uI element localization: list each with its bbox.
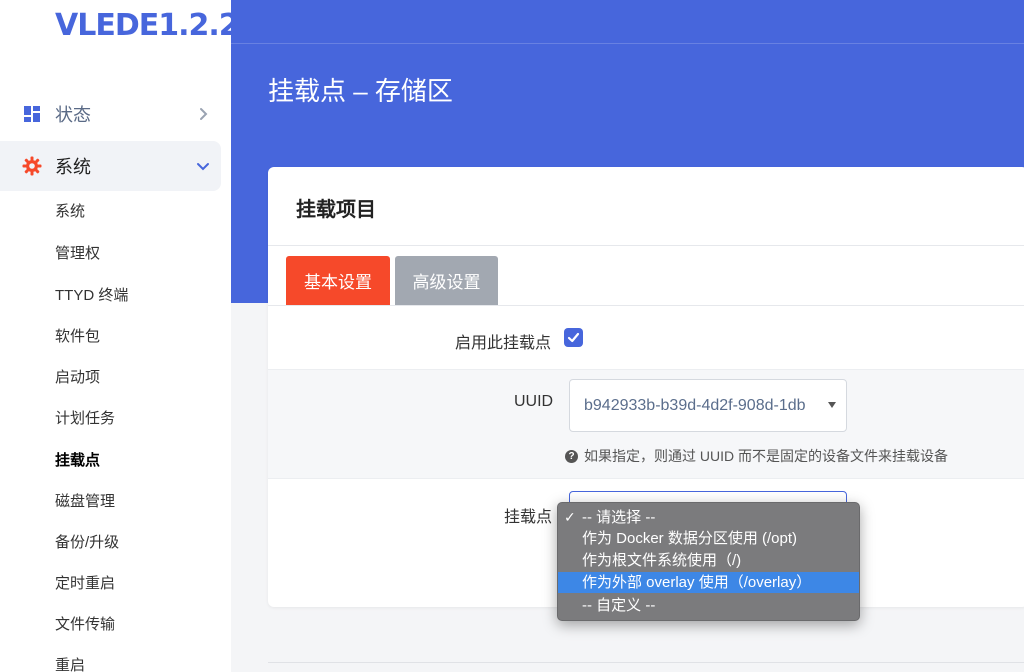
- checkmark-icon: [567, 332, 580, 343]
- sidebar-subitem-mounts[interactable]: 挂载点: [55, 451, 100, 471]
- option-label: 作为 Docker 数据分区使用 (/opt): [582, 530, 798, 547]
- sidebar-subitem-startup[interactable]: 启动项: [55, 368, 100, 388]
- chevron-down-icon: [195, 158, 211, 174]
- sidebar-subitem-reboot[interactable]: 重启: [55, 656, 85, 672]
- sidebar-subitem-file-transfer[interactable]: 文件传输: [55, 615, 115, 635]
- sidebar-subitem-admin[interactable]: 管理权: [55, 244, 100, 264]
- option-rootfs[interactable]: 作为根文件系统使用（/): [558, 550, 859, 571]
- card-title: 挂载项目: [296, 199, 376, 221]
- caret-down-icon: [828, 402, 836, 408]
- tab-advanced-settings[interactable]: 高级设置: [395, 256, 498, 305]
- sidebar-item-label: 状态: [55, 105, 91, 125]
- option-overlay[interactable]: 作为外部 overlay 使用（/overlay）: [558, 572, 859, 593]
- sidebar-subitem-crontab[interactable]: 计划任务: [55, 409, 115, 429]
- sidebar-subitem-backup[interactable]: 备份/升级: [55, 533, 119, 553]
- question-icon: ?: [565, 449, 578, 463]
- sidebar-subitem-system[interactable]: 系统: [55, 202, 85, 222]
- option-label: -- 请选择 --: [582, 509, 656, 526]
- gear-icon: [22, 156, 42, 176]
- option-label: -- 自定义 --: [582, 597, 656, 614]
- mountpoint-label: 挂载点: [504, 509, 553, 526]
- uuid-hint: ? 如果指定，则通过 UUID 而不是固定的设备文件来挂载设备: [565, 446, 948, 466]
- sidebar-item-status[interactable]: 状态: [0, 89, 221, 139]
- check-icon: ✓: [564, 509, 576, 525]
- option-label: 作为根文件系统使用（/): [582, 552, 742, 569]
- sidebar-subitem-disk[interactable]: 磁盘管理: [55, 492, 115, 512]
- option-docker-opt[interactable]: 作为 Docker 数据分区使用 (/opt): [558, 528, 859, 549]
- sidebar-item-label: 系统: [55, 157, 91, 177]
- mountpoint-dropdown: ✓ -- 请选择 -- 作为 Docker 数据分区使用 (/opt) 作为根文…: [557, 502, 860, 621]
- page-title: 挂载点 – 存储区: [268, 76, 453, 106]
- option-label: 作为外部 overlay 使用（/overlay）: [582, 574, 812, 591]
- uuid-select[interactable]: b942933b-b39d-4d2f-908d-1db: [569, 379, 847, 432]
- uuid-value: b942933b-b39d-4d2f-908d-1db: [584, 397, 806, 414]
- option-please-select[interactable]: ✓ -- 请选择 --: [558, 507, 859, 528]
- sidebar: VLEDE1.2.2TM 状态: [0, 0, 268, 672]
- sidebar-item-system[interactable]: 系统: [0, 141, 221, 191]
- uuid-label: UUID: [514, 393, 554, 410]
- brand-name: VLEDE1.2.2: [55, 8, 240, 43]
- tabs-divider: [268, 305, 1024, 306]
- footer-divider: [268, 662, 1024, 663]
- enable-checkbox[interactable]: [564, 328, 583, 347]
- sidebar-subitem-reboot-schedule[interactable]: 定时重启: [55, 574, 115, 594]
- tab-basic-settings[interactable]: 基本设置: [286, 256, 390, 305]
- chevron-right-icon: [195, 106, 211, 122]
- option-custom[interactable]: -- 自定义 --: [558, 595, 859, 616]
- sidebar-subitem-packages[interactable]: 软件包: [55, 327, 100, 347]
- header-divider: [231, 43, 1024, 44]
- dashboard-icon: [22, 104, 42, 124]
- uuid-hint-text: 如果指定，则通过 UUID 而不是固定的设备文件来挂载设备: [584, 448, 948, 464]
- card-divider: [268, 245, 1024, 246]
- sidebar-subitem-ttyd[interactable]: TTYD 终端: [55, 286, 128, 306]
- enable-label: 启用此挂载点: [455, 335, 552, 352]
